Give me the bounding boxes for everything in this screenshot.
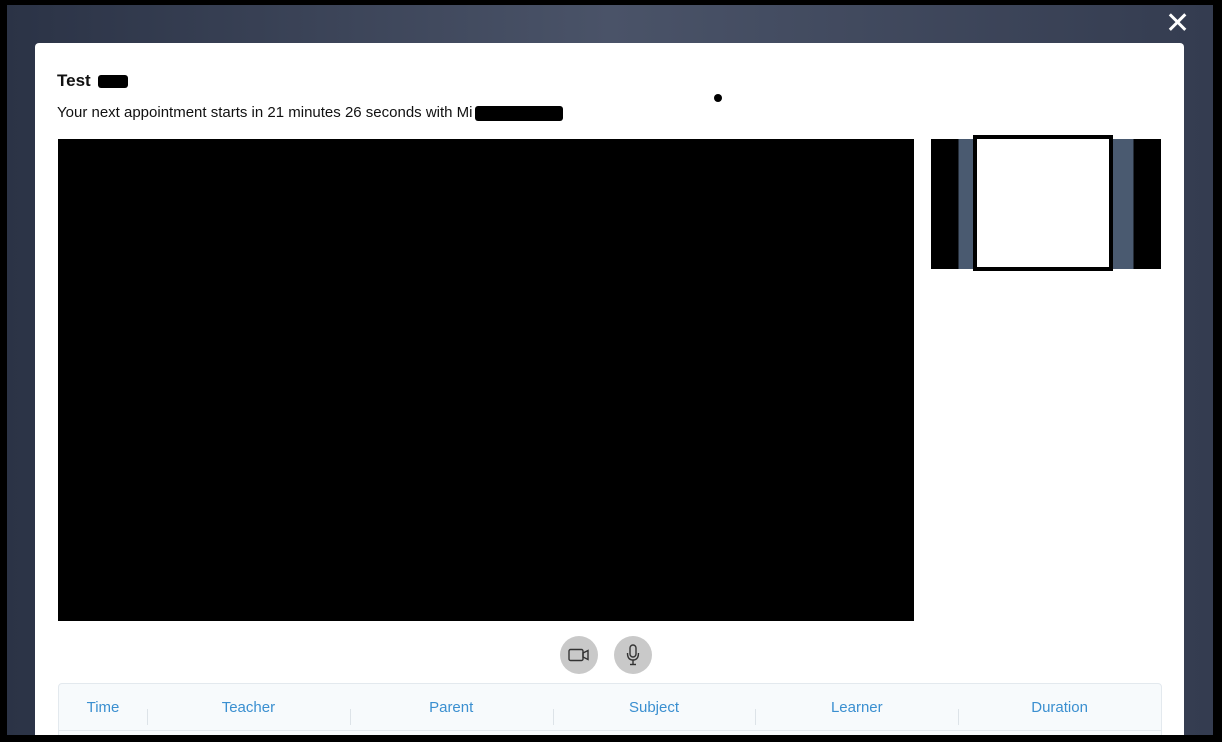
redacted-teacher-name xyxy=(474,105,563,121)
column-teacher[interactable]: Teacher xyxy=(147,699,350,725)
column-time[interactable]: Time xyxy=(59,699,147,716)
table-header: Time Teacher Parent Subject Learner Dura… xyxy=(59,684,1161,731)
local-video-redaction xyxy=(973,135,1113,271)
call-controls xyxy=(560,636,652,674)
modal-backdrop: ✕ Test Your next appointment starts in 2… xyxy=(7,5,1213,735)
column-subject[interactable]: Subject xyxy=(552,699,756,725)
close-icon[interactable]: ✕ xyxy=(1165,9,1190,39)
countdown-text: Your next appointment starts in 21 minut… xyxy=(57,104,473,121)
appointment-countdown: Your next appointment starts in 21 minut… xyxy=(57,104,563,121)
title-text: Test xyxy=(57,71,91,90)
appointment-modal: Test Your next appointment starts in 21 … xyxy=(35,43,1184,735)
appointments-table: Time Teacher Parent Subject Learner Dura… xyxy=(58,683,1162,735)
remote-video xyxy=(58,139,914,621)
microphone-icon[interactable] xyxy=(614,636,652,674)
column-duration[interactable]: Duration xyxy=(958,699,1161,725)
local-video-preview xyxy=(931,135,1161,271)
modal-title: Test xyxy=(57,71,129,91)
column-learner[interactable]: Learner xyxy=(755,699,958,725)
redacted-name xyxy=(98,75,129,89)
stray-dot xyxy=(714,94,722,102)
video-camera-icon[interactable] xyxy=(560,636,598,674)
column-parent[interactable]: Parent xyxy=(349,699,553,725)
